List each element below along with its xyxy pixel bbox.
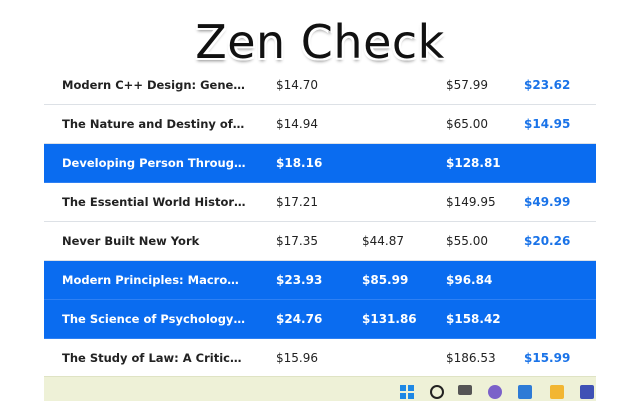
book-title[interactable]: The Nature and Destiny of Man: ... xyxy=(62,105,246,143)
price-cell: $17.35 xyxy=(276,234,318,248)
best-price-cell[interactable]: $20.26 xyxy=(524,222,592,260)
windows-start-icon[interactable] xyxy=(400,385,414,399)
book-title[interactable]: The Science of Psychology: An A... xyxy=(62,300,246,338)
price-cell: $44.87 xyxy=(362,234,404,248)
task-view-icon[interactable] xyxy=(458,385,472,395)
price-cell: $186.53 xyxy=(446,351,496,365)
app-title: Zen Check xyxy=(195,15,445,69)
table-row-highlighted[interactable]: The Science of Psychology: An A... $24.7… xyxy=(44,300,596,339)
folder-icon[interactable] xyxy=(550,385,564,399)
app-icon[interactable] xyxy=(580,385,594,399)
price-cell xyxy=(362,339,430,377)
price-cell: $65.00 xyxy=(446,117,488,131)
table-row[interactable]: The Study of Law: A Critical Thi... $15.… xyxy=(44,339,596,378)
best-price-cell[interactable] xyxy=(524,300,592,338)
search-icon[interactable] xyxy=(430,385,444,399)
price-cell xyxy=(362,66,430,104)
price-cell: $23.93 xyxy=(276,273,323,287)
price-cell: $15.96 xyxy=(276,351,318,365)
price-cell: $128.81 xyxy=(446,156,501,170)
table-row[interactable]: The Nature and Destiny of Man: ... $14.9… xyxy=(44,105,596,144)
price-cell: $14.70 xyxy=(276,78,318,92)
table-row[interactable]: The Essential World History, Vol... $17.… xyxy=(44,183,596,222)
price-cell: $96.84 xyxy=(446,273,493,287)
book-title[interactable]: Modern C++ Design: Generic Pro... xyxy=(62,66,246,104)
price-cell: $14.94 xyxy=(276,117,318,131)
price-cell xyxy=(362,144,430,182)
app-icon[interactable] xyxy=(518,385,532,399)
price-cell: $24.76 xyxy=(276,312,323,326)
book-title[interactable]: The Study of Law: A Critical Thi... xyxy=(62,339,246,377)
table-row-highlighted[interactable]: Developing Person Through Chil... $18.16… xyxy=(44,144,596,183)
price-cell xyxy=(362,183,430,221)
price-table: Modern C++ Design: Generic Pro... $14.70… xyxy=(44,66,596,378)
best-price-cell[interactable] xyxy=(524,144,592,182)
price-cell: $57.99 xyxy=(446,78,488,92)
price-cell: $131.86 xyxy=(362,312,417,326)
taskbar xyxy=(44,376,596,401)
price-cell: $18.16 xyxy=(276,156,323,170)
best-price-cell[interactable]: $49.99 xyxy=(524,183,592,221)
table-row-highlighted[interactable]: Modern Principles: Macroecono... $23.93 … xyxy=(44,261,596,300)
book-title[interactable]: Never Built New York xyxy=(62,222,246,260)
book-title[interactable]: Modern Principles: Macroecono... xyxy=(62,261,246,299)
book-title[interactable]: The Essential World History, Vol... xyxy=(62,183,246,221)
price-cell: $149.95 xyxy=(446,195,496,209)
table-row[interactable]: Modern C++ Design: Generic Pro... $14.70… xyxy=(44,66,596,105)
best-price-cell[interactable] xyxy=(524,261,592,299)
best-price-cell[interactable]: $15.99 xyxy=(524,339,592,377)
price-cell: $17.21 xyxy=(276,195,318,209)
price-cell: $55.00 xyxy=(446,234,488,248)
price-cell xyxy=(362,105,430,143)
best-price-cell[interactable]: $23.62 xyxy=(524,66,592,104)
price-cell: $158.42 xyxy=(446,312,501,326)
table-row[interactable]: Never Built New York $17.35 $44.87 $55.0… xyxy=(44,222,596,261)
price-cell: $85.99 xyxy=(362,273,409,287)
best-price-cell[interactable]: $14.95 xyxy=(524,105,592,143)
book-title[interactable]: Developing Person Through Chil... xyxy=(62,144,246,182)
app-icon[interactable] xyxy=(488,385,502,399)
